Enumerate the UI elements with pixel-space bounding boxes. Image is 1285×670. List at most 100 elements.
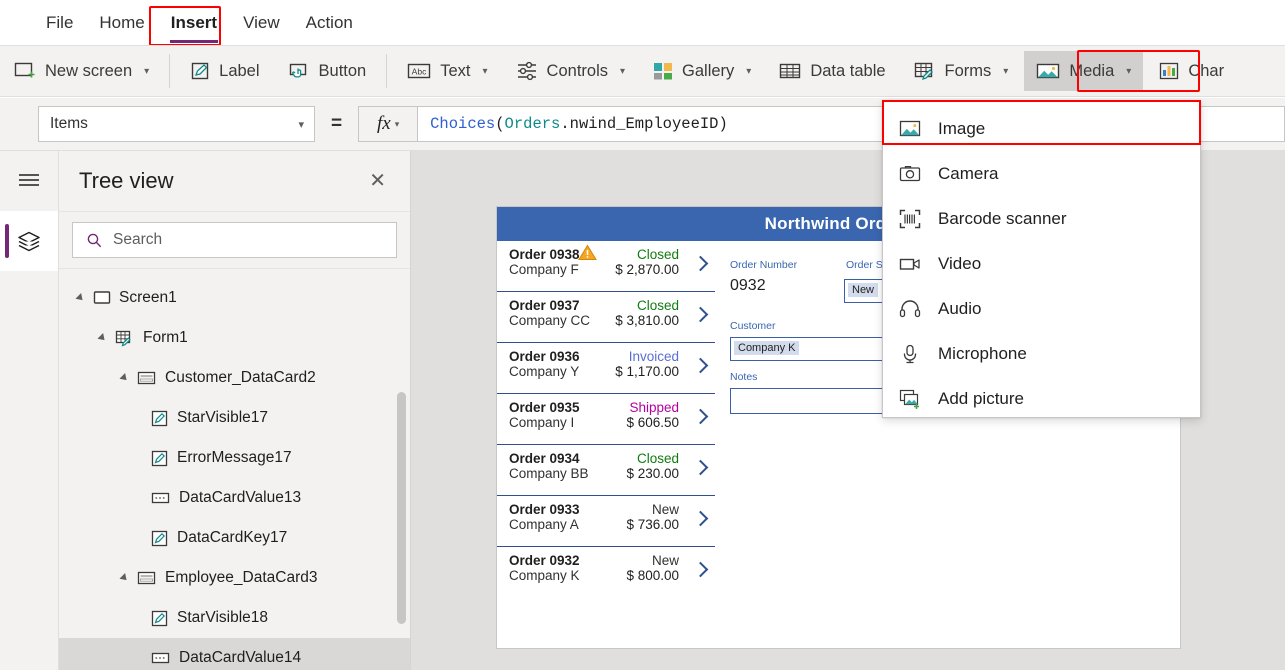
label-ctl-icon (151, 410, 169, 427)
gallery-item[interactable]: Order 0934 Closed Company BB $ 230.00 (497, 445, 715, 496)
chevron-right-icon[interactable] (694, 254, 707, 276)
search-icon (87, 233, 102, 247)
combobox-icon (151, 491, 171, 505)
gallery-order-status: Closed (636, 451, 679, 466)
notes-label: Notes (730, 371, 758, 383)
gallery-company: Company BB (509, 466, 589, 481)
add-picture-icon (899, 389, 921, 409)
rail-item-tree-view[interactable] (0, 211, 58, 271)
tree-view-scrollbar[interactable] (397, 392, 406, 624)
menu-item-label: Video (938, 253, 982, 273)
chevron-right-icon[interactable] (694, 560, 707, 582)
menu-item-video[interactable]: Video (883, 241, 1200, 286)
gallery-amount: $ 2,870.00 (615, 262, 679, 277)
tree-node-form1[interactable]: Form1 (59, 318, 410, 358)
ribbon-media[interactable]: Media ▾ (1024, 51, 1144, 91)
tree-node-label: StarVisible18 (177, 609, 269, 626)
button-icon (288, 61, 310, 81)
data-table-icon (779, 61, 801, 81)
menu-item-label: Home (99, 12, 145, 32)
gallery-item[interactable]: Order 0932 New Company K $ 800.00 (497, 547, 715, 592)
ribbon-data-table[interactable]: Data table (767, 51, 897, 91)
search-input[interactable]: Search (72, 222, 397, 258)
menu-item-view[interactable]: View (230, 6, 293, 40)
tree-node-datacardvalue14[interactable]: DataCardValue14 (59, 638, 410, 670)
chevron-right-icon[interactable] (694, 407, 707, 429)
formula-token-paren: ( (495, 115, 505, 133)
screen-icon (93, 290, 111, 306)
menu-item-insert[interactable]: Insert (158, 6, 230, 43)
ribbon-charts[interactable]: Char (1147, 51, 1236, 91)
chevron-right-icon[interactable] (694, 458, 707, 480)
gallery-order-number: Order 0938 (509, 244, 597, 262)
tree-node-customer-datacard2[interactable]: Customer_DataCard2 (59, 358, 410, 398)
tree-node-datacardvalue13[interactable]: DataCardValue13 (59, 478, 410, 518)
search-placeholder: Search (113, 231, 163, 248)
tree-node-starvisible18[interactable]: StarVisible18 (59, 598, 410, 638)
gallery-item[interactable]: Order 0938 Closed Company F $ 2,870.00 (497, 241, 715, 292)
menu-item-microphone[interactable]: Microphone (883, 331, 1200, 376)
gallery-item[interactable]: Order 0935 Shipped Company I $ 606.50 (497, 394, 715, 445)
form-icon (115, 330, 135, 347)
gallery-order-number: Order 0935 (509, 400, 580, 415)
twisty-expanded-icon[interactable] (95, 333, 108, 343)
gallery-item[interactable]: Order 0937 Closed Company CC $ 3,810.00 (497, 292, 715, 343)
label-icon (190, 61, 210, 81)
menu-item-file[interactable]: File (33, 6, 86, 40)
fx-button[interactable]: fx ▾ (358, 106, 419, 142)
property-selector[interactable]: Items ▾ (38, 106, 315, 142)
ribbon-label[interactable]: Label (178, 51, 271, 91)
menu-item-label: Image (938, 118, 986, 138)
gallery-item[interactable]: Order 0933 New Company A $ 736.00 (497, 496, 715, 547)
ribbon-forms[interactable]: Forms ▾ (902, 51, 1021, 91)
tree-node-employee-datacard3[interactable]: Employee_DataCard3 (59, 558, 410, 598)
tree-node-datacardkey17[interactable]: DataCardKey17 (59, 518, 410, 558)
menu-item-label: Insert (170, 12, 218, 32)
twisty-expanded-icon[interactable] (117, 573, 130, 583)
tree-node-starvisible17[interactable]: StarVisible17 (59, 398, 410, 438)
twisty-expanded-icon[interactable] (73, 293, 86, 303)
label-ctl-icon (151, 610, 169, 627)
gallery-company: Company I (509, 415, 575, 430)
close-icon[interactable]: ✕ (365, 167, 390, 195)
menu-item-camera[interactable]: Camera (883, 151, 1200, 196)
twisty-expanded-icon[interactable] (117, 373, 130, 383)
tree-node-list: Screen1 Form1 Customer_DataCard2 StarVis… (59, 269, 410, 670)
chevron-right-icon[interactable] (694, 356, 707, 378)
tree-node-label: Customer_DataCard2 (165, 369, 316, 386)
gallery-amount: $ 800.00 (626, 568, 679, 583)
menu-item-add-picture[interactable]: Add picture (883, 376, 1200, 421)
active-indicator (5, 224, 9, 258)
chevron-right-icon[interactable] (694, 509, 707, 531)
gallery-amount: $ 606.50 (626, 415, 679, 430)
datacard-icon (137, 570, 157, 586)
tree-node-label: DataCardKey17 (177, 529, 288, 546)
tree-view-pane: Tree view ✕ Search Screen1 Form1 Custome… (59, 151, 411, 670)
tree-node-screen1[interactable]: Screen1 (59, 278, 410, 318)
menu-item-home[interactable]: Home (86, 6, 157, 40)
fx-label: fx (376, 113, 391, 134)
ribbon-new-screen[interactable]: New screen ▾ (2, 51, 161, 91)
gallery-item[interactable]: Order 0936 Invoiced Company Y $ 1,170.00 (497, 343, 715, 394)
chevron-down-icon: ▾ (1003, 65, 1009, 77)
ribbon-text[interactable]: Abc Text ▾ (395, 51, 499, 91)
gallery-order-number: Order 0932 (509, 553, 580, 568)
chevron-right-icon[interactable] (694, 305, 707, 327)
tree-node-errormessage17[interactable]: ErrorMessage17 (59, 438, 410, 478)
menu-item-audio[interactable]: Audio (883, 286, 1200, 331)
menu-item-barcode-scanner[interactable]: Barcode scanner (883, 196, 1200, 241)
media-dropdown-menu: Image Camera Barcode scanner Video Audio… (882, 100, 1201, 418)
ribbon-item-label: Label (219, 61, 260, 80)
ribbon-controls[interactable]: Controls ▾ (504, 51, 637, 91)
orders-gallery: Order 0938 Closed Company F $ 2,870.00 O… (497, 241, 715, 592)
menu-item-image[interactable]: Image (883, 106, 1200, 151)
layers-icon (18, 231, 40, 252)
menu-item-action[interactable]: Action (293, 6, 366, 40)
active-tab-underline (169, 39, 219, 43)
ribbon-button[interactable]: Button (276, 51, 379, 91)
menu-item-label: Microphone (938, 343, 1027, 363)
hamburger-menu-button[interactable] (0, 151, 58, 209)
gallery-company: Company A (509, 517, 579, 532)
ribbon-item-label: Forms (944, 61, 992, 80)
ribbon-gallery[interactable]: Gallery ▾ (641, 51, 763, 91)
